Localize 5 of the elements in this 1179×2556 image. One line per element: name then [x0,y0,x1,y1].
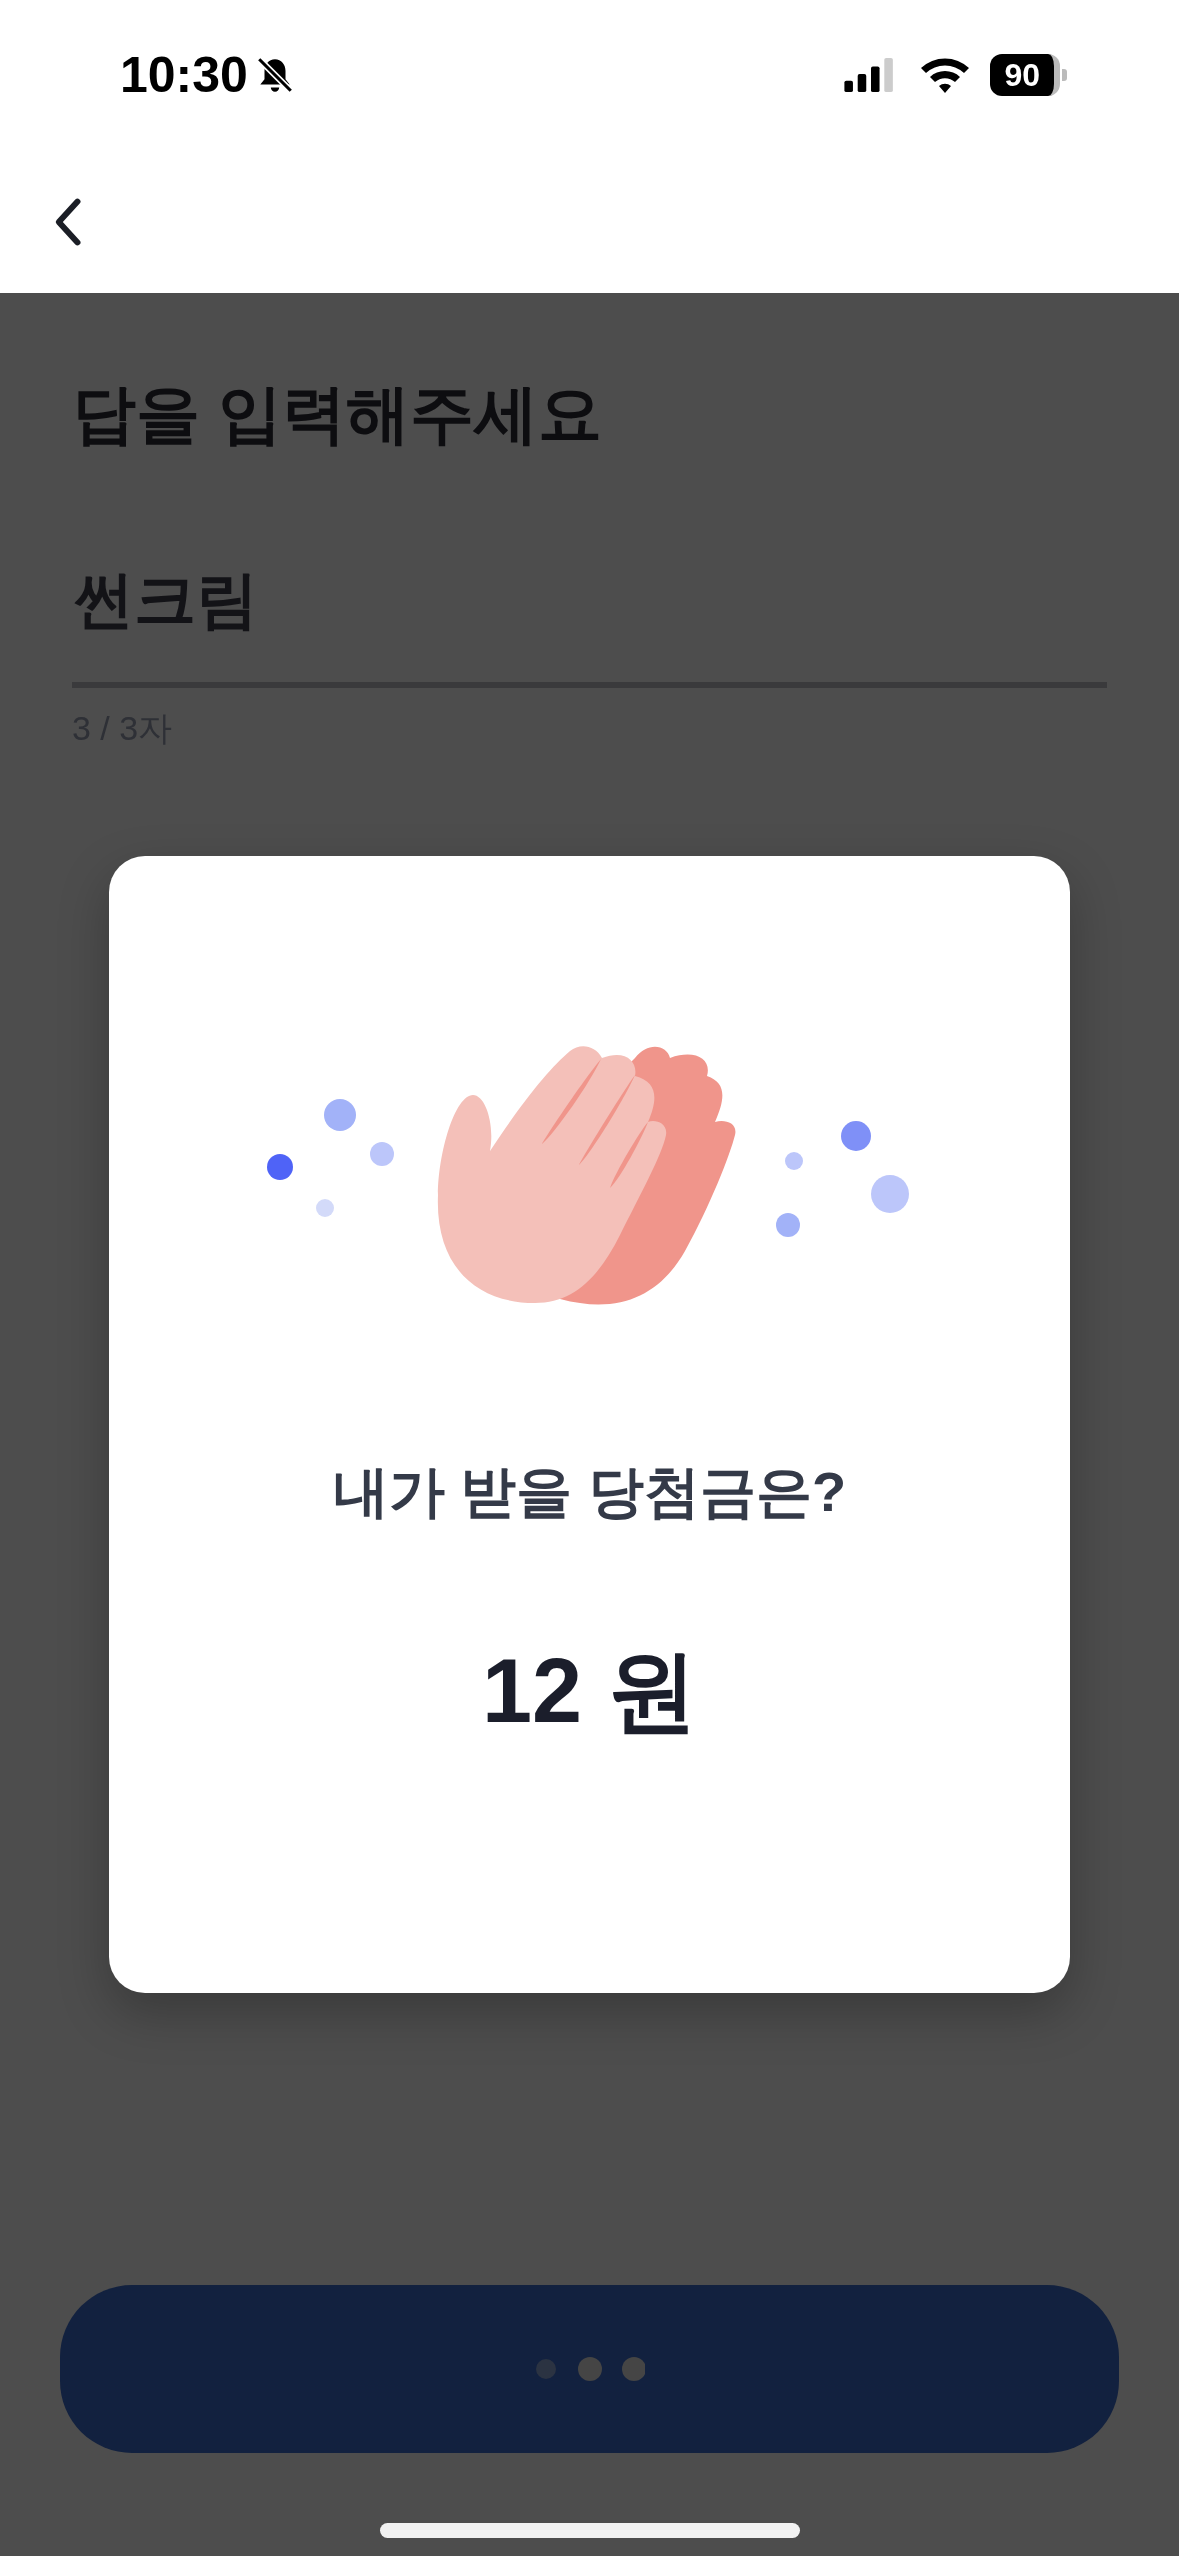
status-time: 10:30 [120,46,248,104]
answer-field[interactable]: 썬크림 [72,558,1107,688]
prize-amount: 12 원 [481,1640,698,1743]
dialog-question: 내가 받을 당첨금은? [332,1459,847,1525]
page-title: 답을 입력해주세요 [72,377,603,452]
